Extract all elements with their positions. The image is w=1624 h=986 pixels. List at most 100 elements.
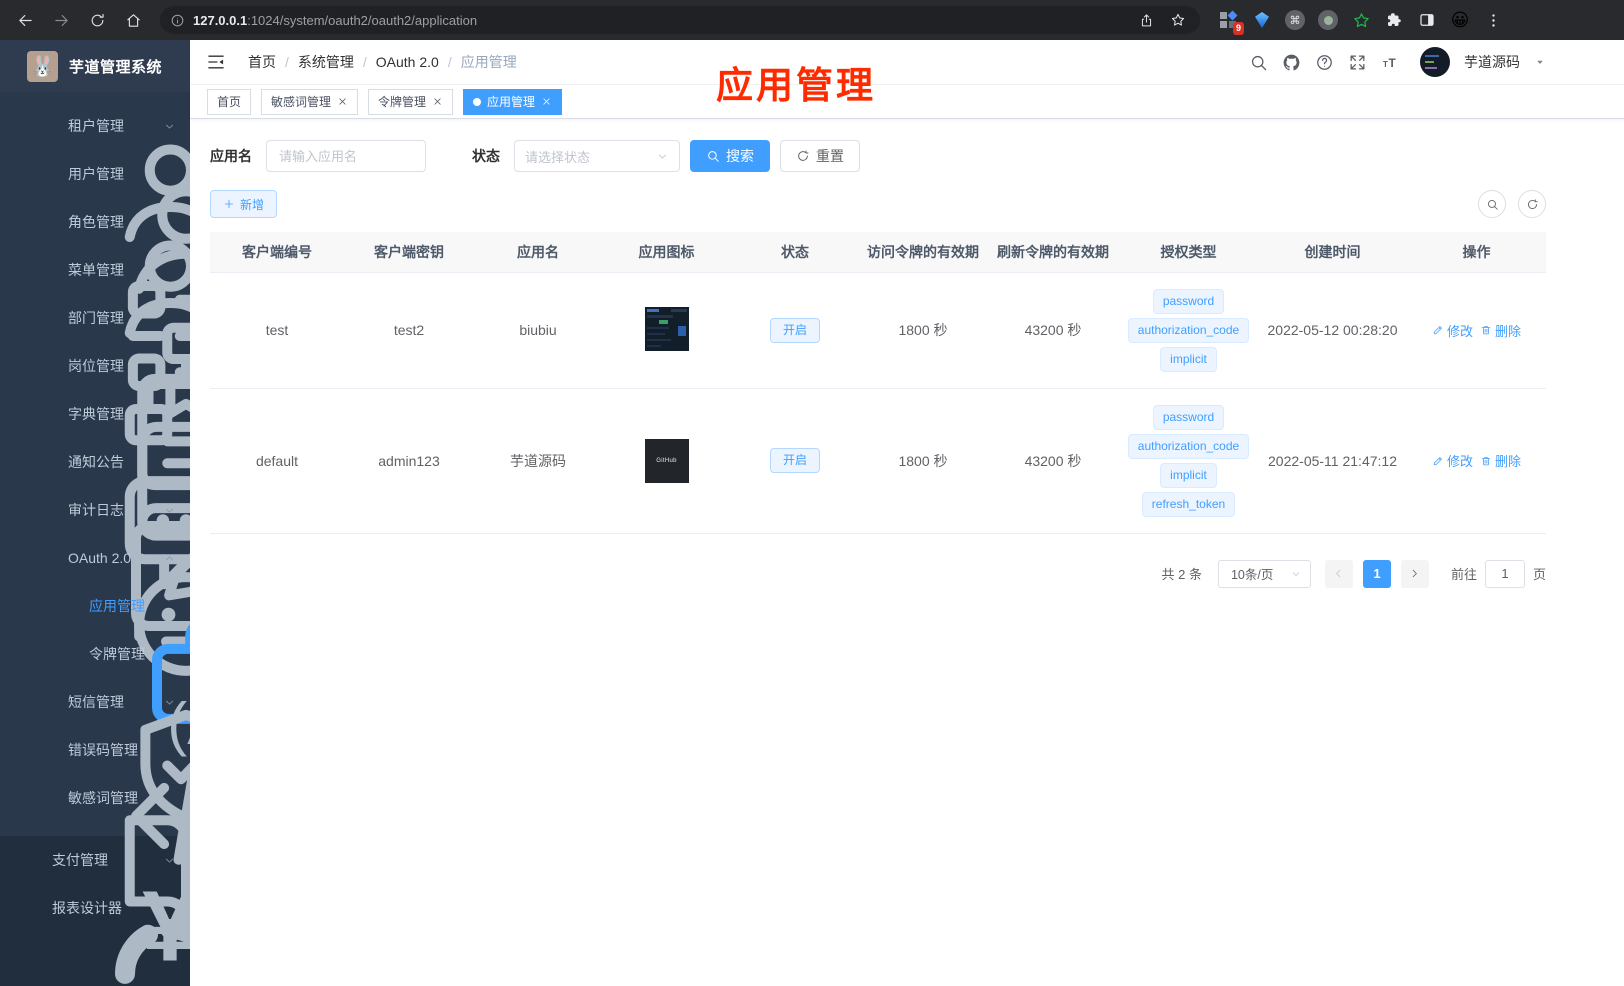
sidebar-item-OAuth 2.0[interactable]: OAuth 2.0 — [0, 534, 190, 582]
refresh-table-button[interactable] — [1518, 190, 1546, 218]
sidebar-item-label: 部门管理 — [68, 310, 124, 326]
close-tab-icon[interactable] — [432, 96, 443, 107]
app-name-input[interactable] — [266, 140, 426, 172]
tab-首页[interactable]: 首页 — [207, 88, 252, 115]
sidebar-item-部门管理[interactable]: 部门管理 — [0, 294, 190, 342]
edit-link[interactable]: 修改 — [1432, 451, 1473, 470]
robot-icon — [36, 549, 54, 567]
prev-page-button[interactable] — [1324, 559, 1353, 588]
extension-command-icon[interactable]: ⌘ — [1282, 7, 1308, 33]
app-icon-image: GitHub — [644, 438, 689, 483]
breadcrumb-item-应用管理: 应用管理 — [460, 54, 517, 70]
app-title: 芋道管理系统 — [69, 58, 163, 76]
sidebar-item-字典管理[interactable]: 字典管理 — [0, 390, 190, 438]
extension-recorder-icon[interactable] — [1315, 7, 1341, 33]
sidebar-item-用户管理[interactable]: 用户管理 — [0, 150, 190, 198]
toggle-search-button[interactable] — [1478, 190, 1506, 218]
tab-应用管理[interactable]: 应用管理 — [463, 88, 563, 115]
reset-button[interactable]: 重置 — [780, 140, 860, 172]
cell-app-icon — [602, 272, 731, 389]
delete-link[interactable]: 删除 — [1480, 321, 1521, 340]
grant-type-tag: implicit — [1160, 462, 1217, 488]
browser-back-icon[interactable] — [10, 5, 40, 35]
browser-menu-icon[interactable] — [1480, 7, 1506, 33]
close-tab-icon[interactable] — [541, 96, 552, 107]
column-header-刷新令牌的有效期: 刷新令牌的有效期 — [987, 232, 1119, 273]
cell-refresh-ttl: 43200 秒 — [987, 388, 1119, 534]
tab-label: 应用管理 — [487, 95, 536, 109]
cell-grant-types: password authorization_code implicit — [1119, 272, 1258, 389]
sidebar-item-岗位管理[interactable]: 岗位管理 — [0, 342, 190, 390]
breadcrumb-separator: / — [362, 54, 367, 70]
app-logo[interactable]: 🐰 芋道管理系统 — [0, 40, 190, 92]
sidebar-item-通知公告[interactable]: 通知公告 — [0, 438, 190, 486]
browser-home-icon[interactable] — [118, 5, 148, 35]
edit-link[interactable]: 修改 — [1432, 321, 1473, 340]
extension-green-star-icon[interactable] — [1348, 7, 1374, 33]
browser-forward-icon[interactable] — [46, 5, 76, 35]
page-size-select[interactable]: 10条/页 — [1217, 559, 1311, 588]
sidebar-item-支付管理[interactable]: 支付管理 — [0, 836, 190, 884]
sidebar-item-报表设计器[interactable]: 报表设计器 — [0, 884, 190, 932]
sidebar-base-group: 支付管理 报表设计器 — [0, 836, 190, 932]
add-button[interactable]: 新增 — [210, 190, 278, 218]
fullscreen-icon[interactable] — [1348, 53, 1367, 72]
breadcrumb-item-系统管理[interactable]: 系统管理 — [298, 52, 354, 72]
cell-grant-types: password authorization_code implicit refres… — [1119, 388, 1258, 534]
address-bar[interactable]: 127.0.0.1:1024/system/oauth2/oauth2/appl… — [160, 6, 1200, 34]
font-size-icon[interactable] — [1381, 53, 1400, 72]
search-icon — [706, 149, 720, 163]
breadcrumb-item-首页[interactable]: 首页 — [248, 52, 276, 72]
sidebar-item-角色管理[interactable]: 角色管理 — [0, 198, 190, 246]
header-search-icon[interactable] — [1249, 53, 1268, 72]
sidebar-collapse-icon[interactable] — [206, 52, 226, 72]
chevron-down-icon — [1290, 568, 1302, 580]
search-button[interactable]: 搜索 — [690, 140, 770, 172]
sidebar-item-菜单管理[interactable]: 菜单管理 — [0, 246, 190, 294]
sidebar-item-应用管理[interactable]: 应用管理 — [0, 582, 190, 630]
github-icon[interactable] — [1282, 53, 1301, 72]
sidebar-item-label: 审计日志 — [68, 502, 124, 518]
sidebar-item-租户管理[interactable]: 租户管理 — [0, 102, 190, 150]
cell-access-ttl: 1800 秒 — [859, 388, 987, 534]
user-menu-caret-icon[interactable] — [1534, 56, 1546, 68]
pagination-total: 共 2 条 — [1161, 567, 1202, 582]
side-panel-icon[interactable] — [1414, 7, 1440, 33]
cell-app-name: 芋道源码 — [474, 388, 602, 534]
share-icon[interactable] — [1134, 8, 1158, 32]
next-page-button[interactable] — [1400, 559, 1429, 588]
grant-type-tag: password — [1152, 288, 1225, 314]
sidebar-item-审计日志[interactable]: 审计日志 — [0, 486, 190, 534]
shield-icon — [36, 693, 54, 711]
cell-status: 开启 — [731, 272, 859, 389]
close-tab-icon[interactable] — [337, 96, 348, 107]
url-text: 127.0.0.1:1024/system/oauth2/oauth2/appl… — [193, 12, 478, 28]
extensions-puzzle-icon[interactable] — [1381, 7, 1407, 33]
goto-page-input[interactable] — [1484, 559, 1525, 588]
sidebar-item-错误码管理[interactable]: 错误码管理 — [0, 726, 190, 774]
extension-grid-icon[interactable]: 9 — [1216, 7, 1244, 35]
sidebar-item-令牌管理[interactable]: 令牌管理 — [0, 630, 190, 678]
list-icon — [36, 261, 54, 279]
delete-link[interactable]: 删除 — [1480, 451, 1521, 470]
user-avatar[interactable] — [1420, 47, 1450, 77]
sidebar-item-敏感词管理[interactable]: 敏感词管理 — [0, 774, 190, 822]
goto-label: 前往 — [1450, 567, 1477, 582]
breadcrumb-item-OAuth 2.0[interactable]: OAuth 2.0 — [376, 54, 439, 70]
extension-gem-icon[interactable] — [1249, 7, 1275, 33]
badge-icon — [36, 357, 54, 375]
browser-reload-icon[interactable] — [82, 5, 112, 35]
grant-type-tag: refresh_token — [1141, 491, 1236, 517]
user-name[interactable]: 芋道源码 — [1464, 52, 1520, 72]
site-info-icon[interactable] — [170, 13, 185, 28]
tab-label: 敏感词管理 — [271, 95, 332, 109]
status-select[interactable]: 请选择状态 — [514, 140, 680, 172]
tab-敏感词管理[interactable]: 敏感词管理 — [261, 88, 359, 115]
current-page-button[interactable]: 1 — [1362, 559, 1391, 588]
help-icon[interactable] — [1315, 53, 1334, 72]
tab-令牌管理[interactable]: 令牌管理 — [368, 88, 454, 115]
bookmark-star-icon[interactable] — [1166, 8, 1190, 32]
profile-avatar-icon[interactable]: 😀 — [1447, 7, 1473, 33]
sidebar-item-短信管理[interactable]: 短信管理 — [0, 678, 190, 726]
cell-secret: test2 — [344, 272, 474, 389]
